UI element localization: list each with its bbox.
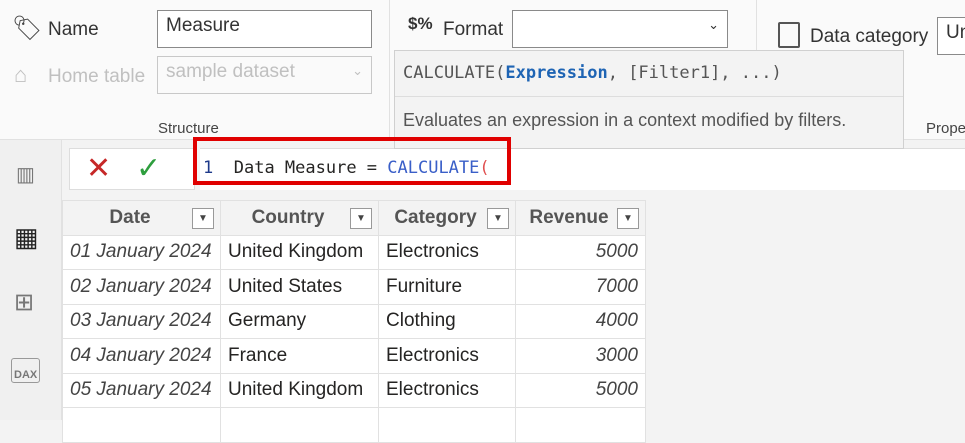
structure-group-label: Structure: [158, 120, 219, 137]
format-select[interactable]: ⌄: [512, 10, 728, 48]
name-input[interactable]: Measure: [157, 10, 372, 48]
cell-country: France: [220, 338, 379, 374]
chevron-down-icon: ⌄: [352, 63, 363, 78]
column-header-country[interactable]: Country ▼: [220, 200, 379, 236]
cell-category: Electronics: [378, 234, 516, 270]
view-rail: ▥ ▦ ⊞ DAX: [0, 140, 62, 420]
chevron-down-icon: ⌄: [708, 17, 719, 32]
cell-category: Furniture: [378, 269, 516, 305]
function-tooltip: CALCULATE(Expression, [Filter1], ...) Ev…: [394, 50, 904, 149]
table-row: 01 January 2024 United Kingdom Electronics…: [62, 234, 646, 270]
dax-query-view-icon[interactable]: DAX: [11, 358, 41, 383]
table-row: 04 January 2024 France Electronics 3000: [62, 338, 646, 374]
cell-revenue: 5000: [515, 234, 646, 270]
format-icon: $%: [408, 14, 433, 33]
cell-revenue: 4000: [515, 303, 646, 339]
home-table-value: sample dataset: [166, 61, 295, 82]
model-view-icon[interactable]: ⊞: [14, 288, 34, 317]
data-category-label: Data category: [810, 26, 929, 47]
cell-country: United Kingdom: [220, 234, 379, 270]
home-table-label: Home table: [48, 66, 146, 87]
column-header-date[interactable]: Date ▼: [62, 200, 221, 236]
cancel-icon[interactable]: ✕: [86, 151, 111, 186]
tooltip-rest: , [Filter1], ...): [607, 63, 782, 83]
report-view-icon[interactable]: ▥: [16, 162, 35, 187]
cell-date: 04 January 2024: [62, 338, 221, 374]
cell-country: United States: [220, 269, 379, 305]
cell-category: Clothing: [378, 303, 516, 339]
properties-group-label: Prope: [926, 120, 965, 137]
table-row: 05 January 2024 United Kingdom Electronics…: [62, 372, 646, 408]
tooltip-param: Expression: [505, 63, 608, 83]
column-header-revenue[interactable]: Revenue ▼: [515, 200, 646, 236]
cell-date: 02 January 2024: [62, 269, 221, 305]
cell-date: 05 January 2024: [62, 372, 221, 408]
table-row-empty: [62, 407, 646, 443]
table-row: 03 January 2024 Germany Clothing 4000: [62, 303, 646, 339]
cell-country: United Kingdom: [220, 372, 379, 408]
column-header-category[interactable]: Category ▼: [378, 200, 516, 236]
tooltip-function: CALCULATE(: [403, 63, 506, 83]
dropdown-icon[interactable]: ▼: [487, 208, 509, 229]
highlight-box: [193, 137, 511, 185]
dropdown-icon[interactable]: ▼: [350, 208, 372, 229]
data-category-icon: [778, 22, 800, 48]
tag-icon: 🏷: [12, 15, 43, 42]
cell-revenue: 3000: [515, 338, 646, 374]
table-view-icon[interactable]: ▦: [14, 222, 39, 253]
home-icon: ⌂: [14, 62, 28, 87]
cell-category: Electronics: [378, 338, 516, 374]
dropdown-icon[interactable]: ▼: [192, 208, 214, 229]
data-table: Date ▼ Country ▼ Category ▼ Revenue ▼ 01 Jan…: [62, 200, 646, 443]
dropdown-icon[interactable]: ▼: [617, 208, 639, 229]
cell-revenue: 5000: [515, 372, 646, 408]
format-label: Format: [443, 19, 504, 40]
cell-revenue: 7000: [515, 269, 646, 305]
cell-category: Electronics: [378, 372, 516, 408]
home-table-select[interactable]: sample dataset ⌄: [157, 56, 372, 94]
cell-date: 01 January 2024: [62, 234, 221, 270]
cell-date: 03 January 2024: [62, 303, 221, 339]
cell-country: Germany: [220, 303, 379, 339]
data-category-select[interactable]: Un: [937, 17, 965, 55]
formula-buttons: ✕ ✓: [69, 148, 195, 190]
table-row: 02 January 2024 United States Furniture 700…: [62, 269, 646, 305]
commit-checkmark-icon[interactable]: ✓: [136, 151, 161, 186]
name-label: Name: [48, 19, 99, 40]
